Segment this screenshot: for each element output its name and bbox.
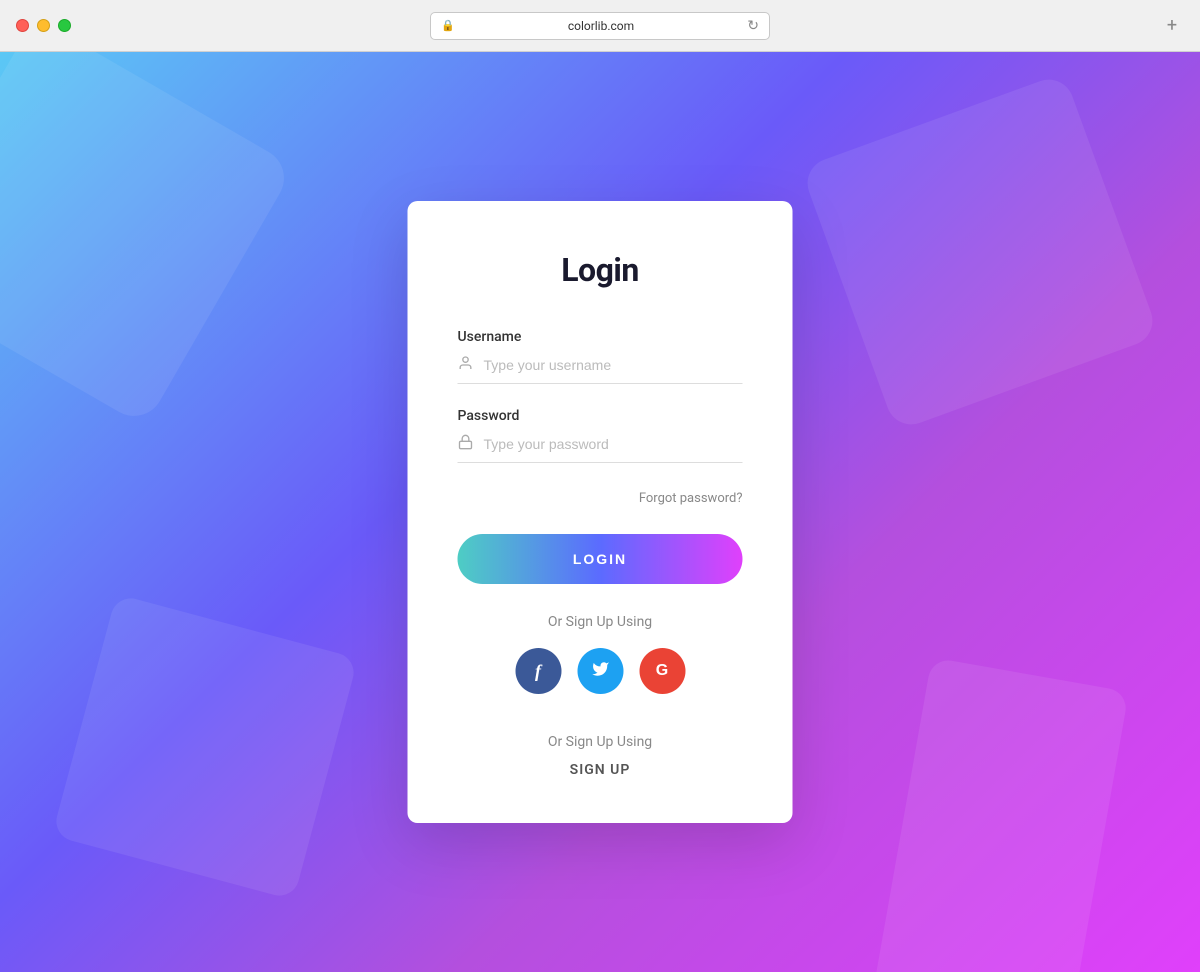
new-tab-button[interactable]: + <box>1160 14 1184 38</box>
forgot-password-link[interactable]: Forgot password? <box>639 491 743 506</box>
twitter-button[interactable] <box>577 648 623 694</box>
sign-up-link[interactable]: SIGN UP <box>458 762 743 778</box>
forgot-password-wrapper: Forgot password? <box>458 487 743 506</box>
facebook-button[interactable]: f <box>515 648 561 694</box>
password-input-wrapper <box>458 434 743 463</box>
or-sign-up-bottom-text: Or Sign Up Using <box>458 734 743 750</box>
password-field-group: Password <box>458 408 743 463</box>
lock-icon: 🔒 <box>441 19 455 32</box>
lock-field-icon <box>458 434 474 454</box>
google-icon: G <box>656 662 668 680</box>
address-bar-container: 🔒 colorlib.com ↻ <box>430 12 770 40</box>
page-content: Login Username Password <box>0 52 1200 972</box>
browser-chrome: 🔒 colorlib.com ↻ + <box>0 0 1200 52</box>
card-title: Login <box>458 251 743 289</box>
address-text: colorlib.com <box>461 19 742 33</box>
facebook-icon: f <box>535 661 541 682</box>
username-field-group: Username <box>458 329 743 384</box>
google-button[interactable]: G <box>639 648 685 694</box>
traffic-lights <box>16 19 71 32</box>
login-button[interactable]: LOGIN <box>458 534 743 584</box>
maximize-button[interactable] <box>58 19 71 32</box>
username-input[interactable] <box>484 357 743 373</box>
login-card: Login Username Password <box>408 201 793 823</box>
twitter-icon <box>591 660 609 683</box>
minimize-button[interactable] <box>37 19 50 32</box>
person-icon <box>458 355 474 375</box>
or-sign-up-text: Or Sign Up Using <box>458 614 743 630</box>
close-button[interactable] <box>16 19 29 32</box>
username-input-wrapper <box>458 355 743 384</box>
reload-button[interactable]: ↻ <box>747 18 759 34</box>
password-label: Password <box>458 408 743 424</box>
address-bar[interactable]: 🔒 colorlib.com ↻ <box>430 12 770 40</box>
password-input[interactable] <box>484 436 743 452</box>
username-label: Username <box>458 329 743 345</box>
social-icons-group: f G <box>458 648 743 694</box>
